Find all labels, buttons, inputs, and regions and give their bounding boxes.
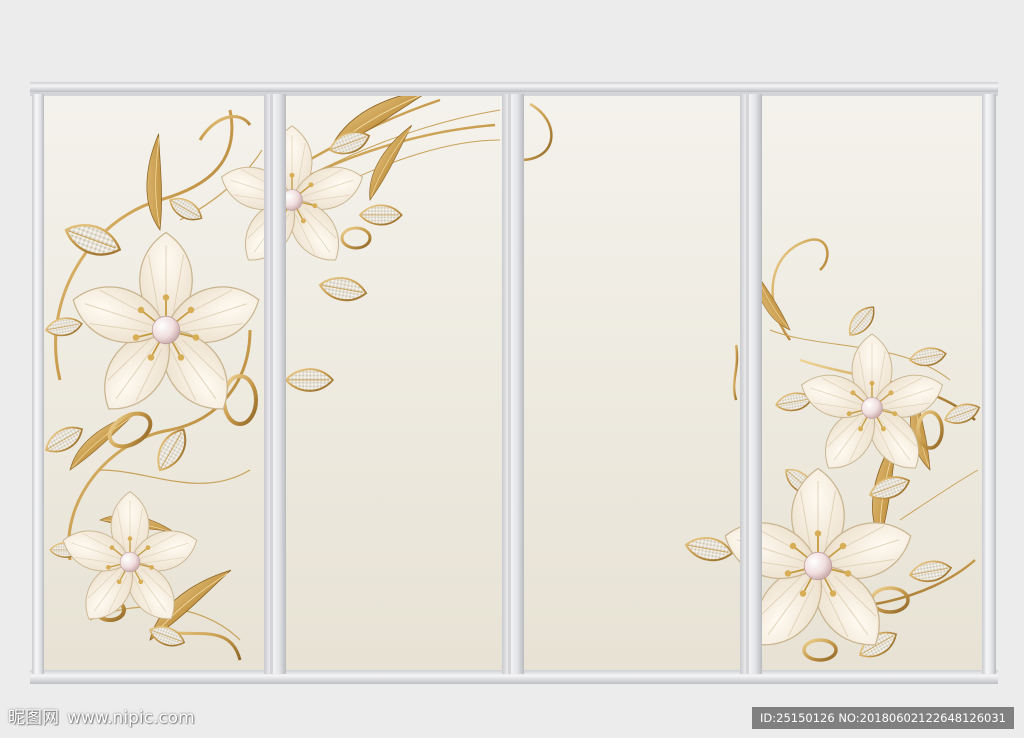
watermark-site: 昵图网 www.nipic.com [8,706,195,730]
watermark-id: ID:25150126 NO:20180602122648126031 [752,707,1014,729]
watermark-site-cn: 昵图网 [8,708,59,728]
watermark-site-url: www.nipic.com [67,708,195,728]
mural-scene [0,0,1024,738]
